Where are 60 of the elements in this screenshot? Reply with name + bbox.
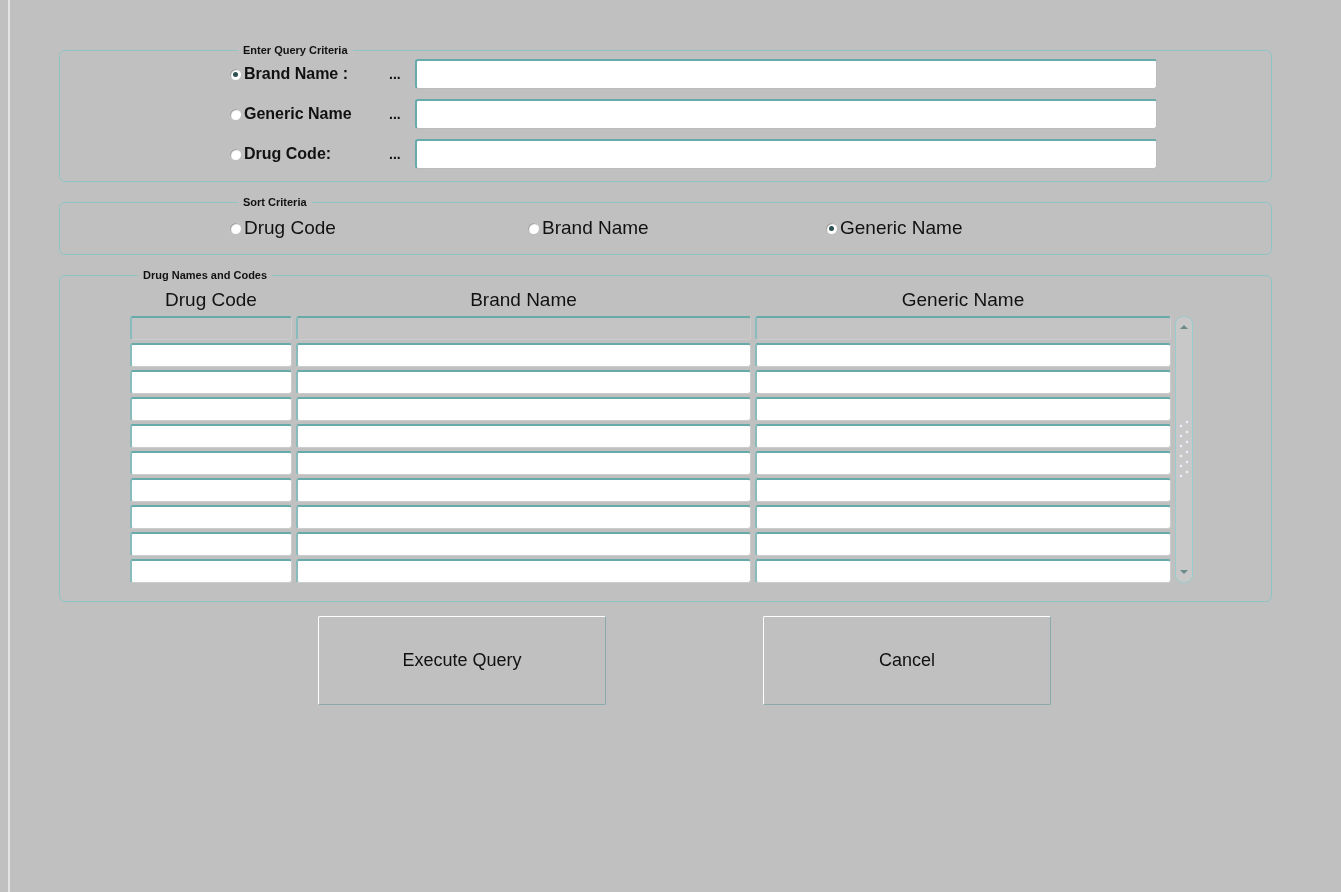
- table-cell[interactable]: [296, 559, 751, 583]
- table-cell[interactable]: [296, 424, 751, 448]
- table-cell[interactable]: [755, 559, 1171, 583]
- ellipsis-text: ...: [389, 106, 402, 122]
- radio-button[interactable]: [230, 222, 241, 234]
- table-cell[interactable]: [755, 397, 1171, 421]
- radio-button[interactable]: [528, 222, 539, 234]
- input-field[interactable]: [415, 139, 1157, 169]
- table-cell[interactable]: [296, 397, 751, 421]
- table-cell[interactable]: [130, 424, 292, 448]
- table-cell[interactable]: [296, 343, 751, 367]
- group-title: Sort Criteria: [242, 196, 308, 208]
- option-label: Generic Name: [244, 105, 353, 123]
- scroll-up-icon[interactable]: [1179, 323, 1189, 331]
- table-cell[interactable]: [130, 397, 292, 421]
- table-cell[interactable]: [130, 532, 292, 556]
- option-label: Brand Name :: [244, 65, 350, 83]
- radio-button[interactable]: [230, 68, 241, 80]
- table-cell[interactable]: [130, 370, 292, 394]
- radio-button[interactable]: [826, 222, 837, 234]
- column-header: Drug Code: [164, 289, 258, 312]
- table-cell[interactable]: [130, 505, 292, 529]
- ellipsis-text: ...: [389, 66, 402, 82]
- table-cell[interactable]: [755, 424, 1171, 448]
- column-header: Generic Name: [900, 289, 1026, 312]
- column-header: Brand Name: [469, 289, 578, 312]
- table-cell[interactable]: [130, 478, 292, 502]
- table-cell[interactable]: [296, 505, 751, 529]
- action-button[interactable]: Cancel: [763, 616, 1051, 705]
- table-cell[interactable]: [296, 316, 751, 340]
- table-cell[interactable]: [296, 478, 751, 502]
- ellipsis-text: ...: [389, 146, 402, 162]
- option-label: Brand Name: [542, 217, 649, 239]
- input-field[interactable]: [415, 59, 1157, 89]
- table-cell[interactable]: [755, 532, 1171, 556]
- scroll-down-icon[interactable]: [1179, 568, 1189, 576]
- table-cell[interactable]: [130, 316, 292, 340]
- option-label: Generic Name: [840, 217, 963, 239]
- group-title: Enter Query Criteria: [242, 44, 349, 56]
- table-cell[interactable]: [130, 451, 292, 475]
- radio-button[interactable]: [230, 108, 241, 120]
- table-cell[interactable]: [296, 451, 751, 475]
- table-cell[interactable]: [755, 370, 1171, 394]
- table-cell[interactable]: [296, 370, 751, 394]
- input-field[interactable]: [415, 99, 1157, 129]
- grip-icon[interactable]: [1179, 419, 1189, 480]
- table-cell[interactable]: [755, 343, 1171, 367]
- table-cell[interactable]: [755, 316, 1171, 340]
- table-cell[interactable]: [130, 343, 292, 367]
- group-title: Drug Names and Codes: [142, 269, 269, 281]
- table-cell[interactable]: [755, 451, 1171, 475]
- table-cell[interactable]: [755, 505, 1171, 529]
- table-cell[interactable]: [755, 478, 1171, 502]
- option-label: Drug Code:: [244, 145, 333, 163]
- option-label: Drug Code: [244, 217, 336, 239]
- table-cell[interactable]: [130, 559, 292, 583]
- radio-button[interactable]: [230, 148, 241, 160]
- table-cell[interactable]: [296, 532, 751, 556]
- action-button[interactable]: Execute Query: [318, 616, 606, 705]
- scrollbar[interactable]: [1175, 316, 1193, 583]
